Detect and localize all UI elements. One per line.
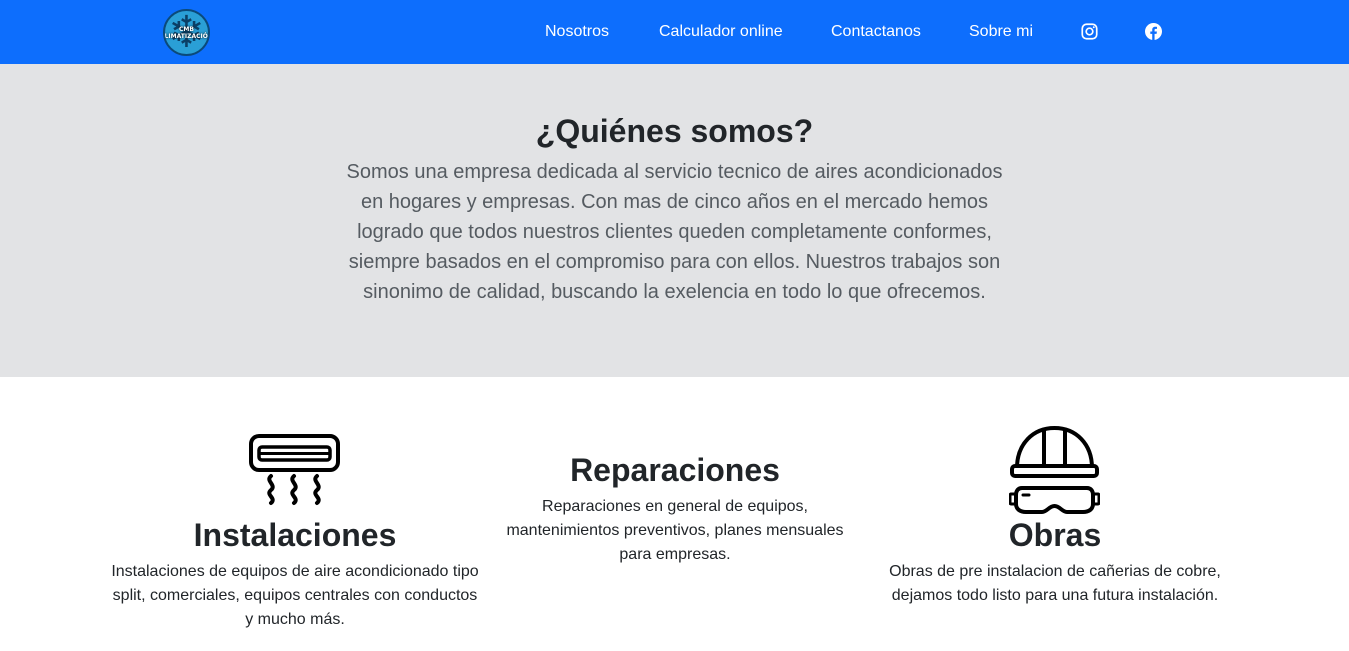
navbar: ❄ CMB CLIMATIZACIÓN Nosotros Calculador … <box>0 0 1349 64</box>
facebook-icon[interactable] <box>1145 23 1162 40</box>
nav-link-sobre-mi[interactable]: Sobre mi <box>969 21 1033 43</box>
nav-link-calculador-online[interactable]: Calculador online <box>659 21 783 43</box>
feature-title: Instalaciones <box>193 517 397 553</box>
logo-text: CMB CLIMATIZACIÓN <box>164 25 208 40</box>
about-title: ¿Quiénes somos? <box>535 113 814 149</box>
nav-link-contactanos[interactable]: Contactanos <box>831 21 921 43</box>
brand-logo[interactable]: ❄ CMB CLIMATIZACIÓN <box>163 9 210 56</box>
about-section: ¿Quiénes somos? Somos una empresa dedica… <box>0 64 1349 377</box>
about-text: Somos una empresa dedicada al servicio t… <box>346 161 1003 303</box>
hard-hat-goggles-icon <box>1009 425 1100 514</box>
feature-instalaciones: Instalaciones Instalaciones de equipos d… <box>109 516 481 632</box>
instagram-icon[interactable] <box>1081 23 1098 40</box>
air-conditioner-icon <box>249 434 340 505</box>
feature-title: Obras <box>1008 517 1102 553</box>
nav-link-nosotros[interactable]: Nosotros <box>545 21 609 43</box>
feature-obras: Obras Obras de pre instalacion de cañeri… <box>869 516 1241 608</box>
feature-text: Reparaciones en general de equipos, mant… <box>506 498 844 563</box>
feature-reparaciones: Reparaciones Reparaciones en general de … <box>489 451 861 567</box>
feature-title: Reparaciones <box>570 452 780 488</box>
feature-text: Obras de pre instalacion de cañerias de … <box>889 563 1221 604</box>
feature-text: Instalaciones de equipos de aire acondic… <box>111 563 479 628</box>
